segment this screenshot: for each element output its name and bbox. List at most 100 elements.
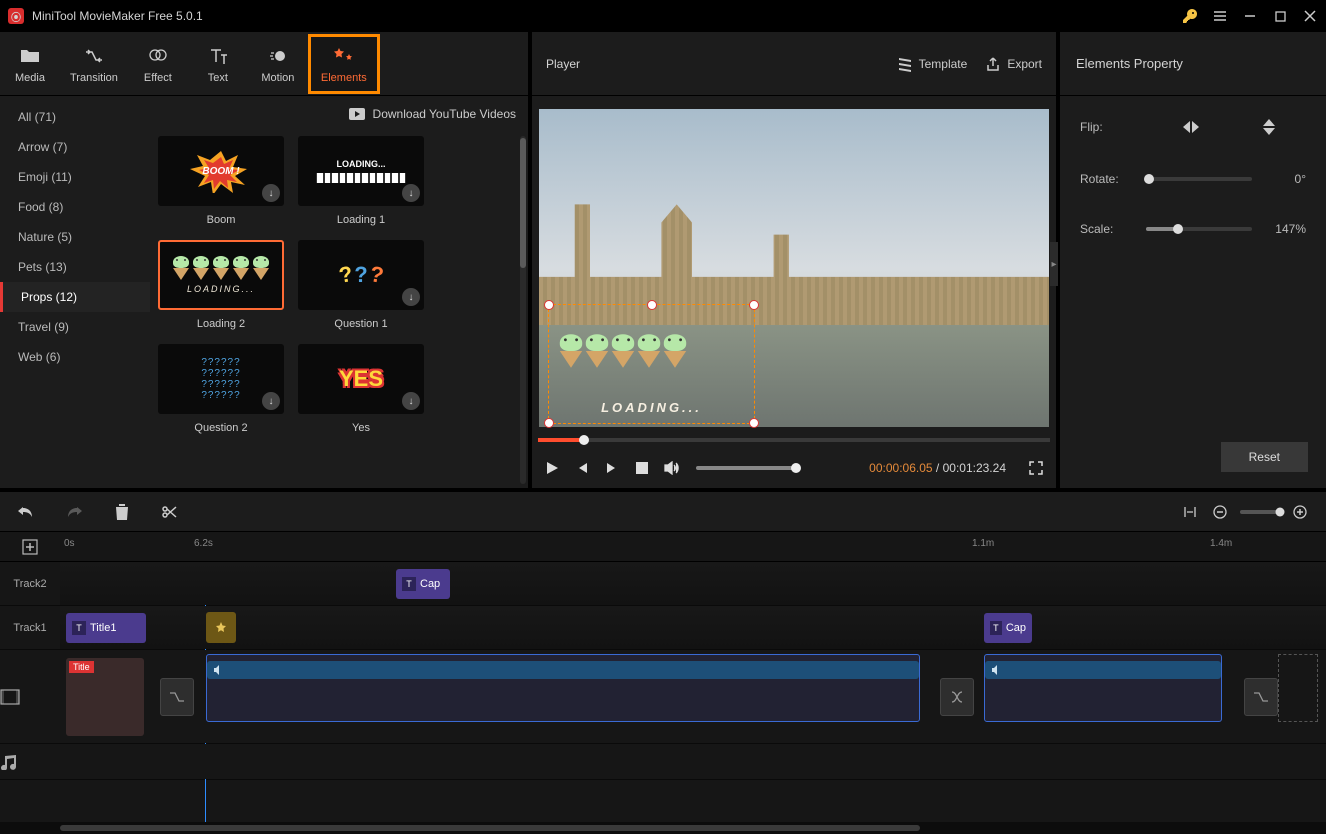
element-tile-boom[interactable]: BOOM ! ↓ Boom [158, 136, 284, 226]
reset-button[interactable]: Reset [1221, 442, 1308, 472]
overlay-label: LOADING... [549, 400, 754, 415]
category-pets[interactable]: Pets (13) [0, 252, 150, 282]
caption-clip[interactable]: T Cap [984, 613, 1032, 643]
empty-slot[interactable] [1278, 654, 1318, 722]
fullscreen-button[interactable] [1026, 458, 1046, 478]
progress-bar[interactable] [532, 432, 1056, 448]
loading-text: LOADING... [337, 159, 386, 169]
nav-transition[interactable]: Transition [60, 34, 128, 94]
download-youtube-link[interactable]: Download YouTube Videos [150, 96, 528, 132]
caption-clip[interactable]: T Cap [396, 569, 450, 599]
window-maximize-button[interactable] [1272, 8, 1288, 24]
play-button[interactable] [542, 458, 562, 478]
category-nature[interactable]: Nature (5) [0, 222, 150, 252]
loading-text: LOADING... [187, 284, 255, 294]
add-track-button[interactable] [0, 539, 60, 555]
window-minimize-button[interactable] [1242, 8, 1258, 24]
volume-slider[interactable] [696, 466, 796, 470]
volume-head[interactable] [791, 463, 801, 473]
download-icon[interactable]: ↓ [402, 288, 420, 306]
undo-button[interactable] [16, 502, 36, 522]
tile-label: Yes [352, 422, 370, 434]
nav-motion[interactable]: Motion [248, 34, 308, 94]
category-emoji[interactable]: Emoji (11) [0, 162, 150, 192]
ruler-mark: 1.4m [1210, 538, 1232, 549]
export-button[interactable]: Export [985, 56, 1042, 72]
qmark-row: ?????? [201, 357, 240, 368]
nav-effect[interactable]: Effect [128, 34, 188, 94]
resize-handle[interactable] [749, 418, 759, 428]
title-thumbnail-clip[interactable]: Title [66, 658, 144, 736]
nav-text[interactable]: Text [188, 34, 248, 94]
transition-clip[interactable] [940, 678, 974, 716]
volume-icon[interactable] [662, 458, 682, 478]
zoom-in-button[interactable] [1290, 502, 1310, 522]
template-button[interactable]: Template [897, 56, 968, 72]
title-tag: Title [69, 661, 94, 673]
rotate-handle[interactable] [647, 300, 657, 310]
element-tile-loading1[interactable]: LOADING... ↓ Loading 1 [298, 136, 424, 226]
video-clip[interactable] [206, 654, 920, 722]
zoom-slider[interactable] [1240, 510, 1280, 514]
zoom-out-button[interactable] [1210, 502, 1230, 522]
download-icon[interactable]: ↓ [262, 184, 280, 202]
category-all[interactable]: All (71) [0, 102, 150, 132]
transition-clip[interactable] [160, 678, 194, 716]
window-close-button[interactable] [1302, 8, 1318, 24]
resize-handle[interactable] [544, 300, 554, 310]
ruler-mark: 1.1m [972, 538, 994, 549]
slider-head[interactable] [1144, 174, 1154, 184]
grid-scrollbar[interactable] [520, 136, 526, 484]
redo-button[interactable] [64, 502, 84, 522]
video-clip[interactable] [984, 654, 1222, 722]
player-controls: 00:00:06.05 / 00:01:23.24 [532, 448, 1056, 488]
transition-clip[interactable] [1244, 678, 1278, 716]
category-web[interactable]: Web (6) [0, 342, 150, 372]
text-track-2: Track2 T Cap [0, 562, 1326, 606]
nav-elements[interactable]: Elements [308, 34, 380, 94]
element-tile-yes[interactable]: YES ↓ Yes [298, 344, 424, 434]
element-tile-question1[interactable]: ? ? ? ↓ Question 1 [298, 240, 424, 330]
resize-handle[interactable] [544, 418, 554, 428]
zoom-head[interactable] [1276, 507, 1285, 516]
element-tile-question2[interactable]: ?????? ?????? ?????? ?????? ↓ Question 2 [158, 344, 284, 434]
preview-area[interactable]: LOADING... ▸ [532, 96, 1056, 432]
download-icon[interactable]: ↓ [402, 184, 420, 202]
folder-icon [20, 44, 40, 68]
category-food[interactable]: Food (8) [0, 192, 150, 222]
prev-frame-button[interactable] [572, 458, 592, 478]
download-icon[interactable]: ↓ [402, 392, 420, 410]
nav-media[interactable]: Media [0, 34, 60, 94]
rotate-value: 0° [1266, 172, 1306, 186]
category-arrow[interactable]: Arrow (7) [0, 132, 150, 162]
rotate-slider[interactable] [1146, 177, 1252, 181]
upgrade-key-icon[interactable] [1182, 8, 1198, 24]
rotate-label: Rotate: [1080, 172, 1132, 186]
resize-handle[interactable] [749, 300, 759, 310]
download-icon[interactable]: ↓ [262, 392, 280, 410]
split-button[interactable] [160, 502, 180, 522]
total-time: 00:01:23.24 [943, 461, 1006, 475]
element-clip[interactable] [206, 612, 236, 643]
element-tile-loading2[interactable]: LOADING... Loading 2 [158, 240, 284, 330]
timeline-horizontal-scrollbar[interactable] [0, 822, 1326, 834]
flip-horizontal-button[interactable] [1182, 120, 1202, 134]
category-props[interactable]: Props (12) [0, 282, 150, 312]
clip-label: Title1 [90, 622, 117, 634]
hamburger-menu-icon[interactable] [1212, 8, 1228, 24]
delete-button[interactable] [112, 502, 132, 522]
scale-slider[interactable] [1146, 227, 1252, 231]
slider-head[interactable] [1173, 224, 1183, 234]
stop-button[interactable] [632, 458, 652, 478]
category-travel[interactable]: Travel (9) [0, 312, 150, 342]
overlay-element[interactable]: LOADING... [549, 305, 754, 423]
export-icon [985, 56, 1001, 72]
scrub-head[interactable] [579, 435, 589, 445]
timeline-ruler[interactable]: 0s 6.2s 1.1m 1.4m [0, 532, 1326, 562]
fit-zoom-button[interactable] [1180, 502, 1200, 522]
expand-panel-button[interactable]: ▸ [1050, 242, 1058, 286]
titlebar: ⦿ MiniTool MovieMaker Free 5.0.1 [0, 0, 1326, 32]
title-clip[interactable]: T Title1 [66, 613, 146, 643]
flip-vertical-button[interactable] [1262, 118, 1282, 136]
next-frame-button[interactable] [602, 458, 622, 478]
